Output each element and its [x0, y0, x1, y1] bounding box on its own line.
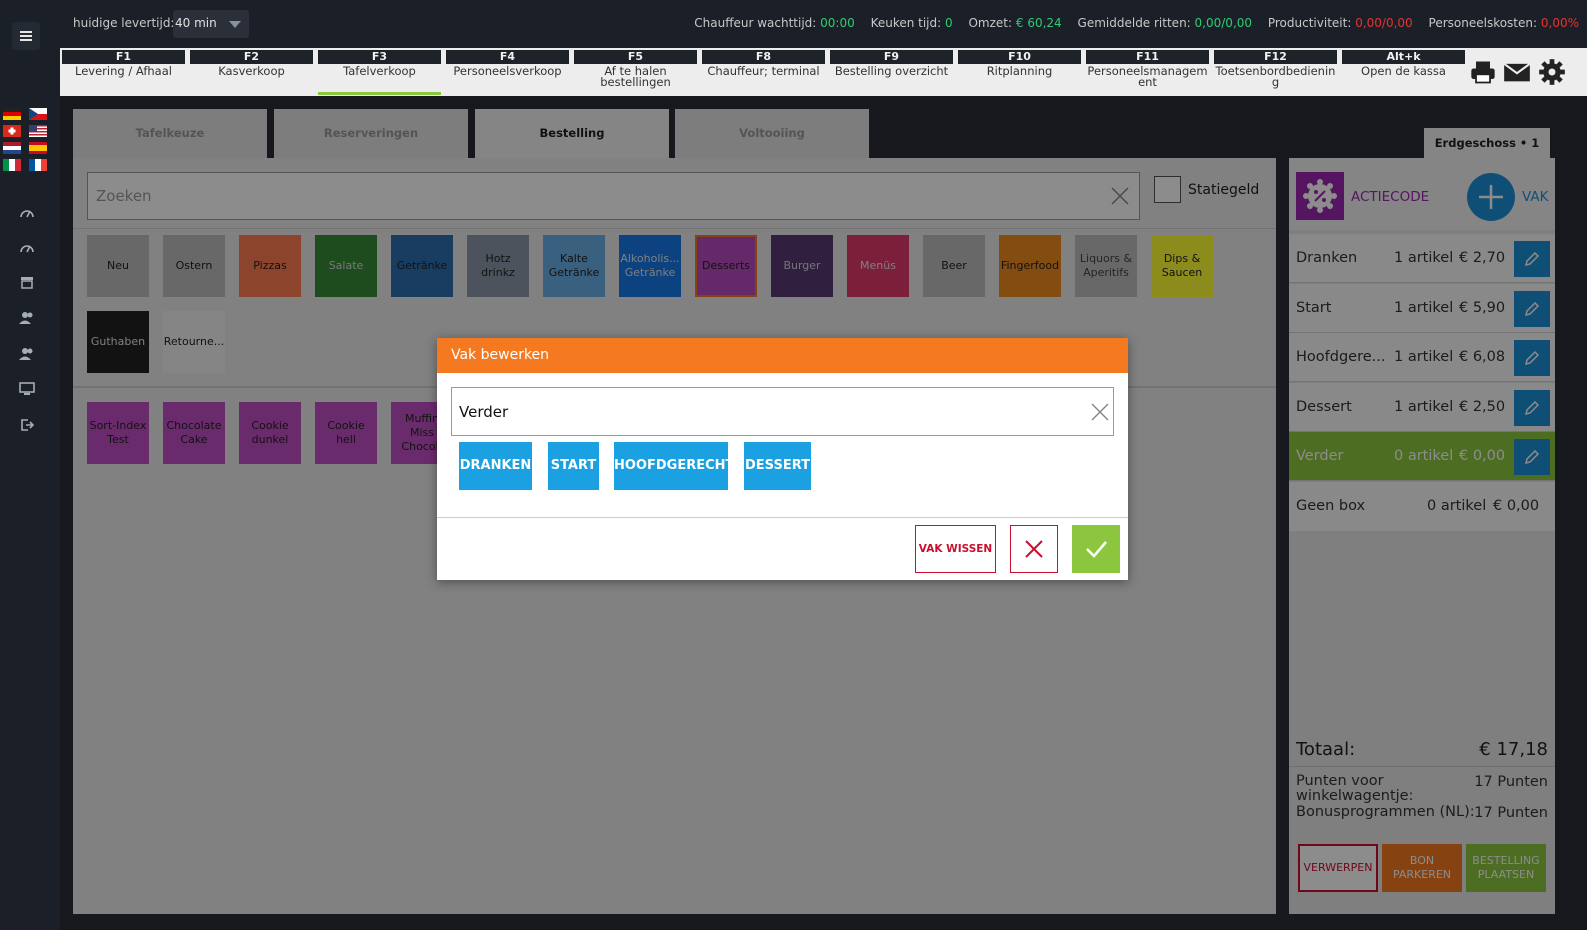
divider: [437, 517, 1128, 518]
stat-label-avg-rides: Gemiddelde ritten:: [1077, 16, 1191, 30]
fkey-label: Personeelsverkoop: [453, 64, 562, 78]
fkey-open-cash-drawer[interactable]: Alt+k Open de kassa: [1342, 50, 1465, 95]
staff-icon[interactable]: [19, 347, 35, 361]
fkey-driver-terminal[interactable]: F8 Chauffeur; terminal: [702, 50, 825, 95]
users-icon[interactable]: [19, 311, 35, 325]
flag-ch-icon[interactable]: [3, 125, 21, 137]
speed-icon[interactable]: [19, 240, 35, 254]
stat-value-staff-costs: 0,00%: [1540, 16, 1579, 30]
fkey-delivery-pickup[interactable]: F1 Levering / Afhaal: [62, 50, 185, 95]
function-key-bar: F1 Levering / Afhaal F2 Kasverkoop F3 Tafel…: [60, 48, 1467, 96]
lead-time-label: huidige levertijd:: [73, 16, 175, 30]
stat-value-driver-wait: 00:00: [820, 16, 855, 30]
fkey-label: Kasverkoop: [218, 64, 285, 78]
fkey-label: Chauffeur; terminal: [707, 64, 820, 78]
printer-icon[interactable]: [1469, 58, 1497, 86]
fkey-table-sale[interactable]: F3 Tafelverkoop: [318, 50, 441, 95]
fkey-code: F8: [702, 50, 825, 64]
stats-row: Chauffeur wachttijd: 00:00 Keuken tijd: …: [682, 16, 1579, 30]
course-name-input[interactable]: Verder: [451, 387, 1114, 436]
fkey-label: Open de kassa: [1361, 64, 1446, 78]
fkey-label: Ritplanning: [986, 64, 1053, 78]
stat-value-revenue: € 60,24: [1015, 16, 1062, 30]
fkey-keyboard-control[interactable]: F12 Toetsenbordbedienin g: [1214, 50, 1337, 95]
fkey-label: Levering / Afhaal: [75, 64, 172, 78]
stat-value-kitchen: 0: [945, 16, 953, 30]
stat-label-driver-wait: Chauffeur wachttijd:: [694, 16, 817, 30]
lead-time-value: 40 min: [175, 16, 217, 30]
stat-value-avg-rides: 0,00/0,00: [1194, 16, 1253, 30]
clear-course-button[interactable]: VAK WISSEN: [915, 525, 996, 573]
fkey-label: Personeelsmanagem ent: [1087, 64, 1208, 89]
archive-icon[interactable]: [19, 275, 35, 289]
fkey-code: F5: [574, 50, 697, 64]
flag-us-icon[interactable]: [29, 125, 47, 137]
stat-label-kitchen: Keuken tijd:: [870, 16, 942, 30]
fkey-code: Alt+k: [1342, 50, 1465, 64]
gear-icon[interactable]: [1538, 58, 1566, 86]
fkey-staff-management[interactable]: F11 Personeelsmanagem ent: [1086, 50, 1209, 95]
preset-hoofdgerecht-button[interactable]: HOOFDGERECHT: [614, 442, 734, 490]
course-name-value: Verder: [459, 403, 509, 421]
flag-de-icon[interactable]: [3, 108, 21, 120]
stat-label-revenue: Omzet:: [968, 16, 1013, 30]
fkey-code: F9: [830, 50, 953, 64]
preset-start-button[interactable]: START: [548, 442, 599, 490]
confirm-button[interactable]: [1072, 525, 1120, 573]
flag-es-icon[interactable]: [29, 142, 47, 154]
fkey-staff-sale[interactable]: F4 Personeelsverkoop: [446, 50, 569, 95]
stat-label-productivity: Productiviteit:: [1267, 16, 1352, 30]
fkey-code: F1: [62, 50, 185, 64]
preset-dranken-button[interactable]: DRANKEN: [459, 442, 532, 490]
fkey-code: F11: [1086, 50, 1209, 64]
fkey-order-overview[interactable]: F9 Bestelling overzicht: [830, 50, 953, 95]
fkey-pickup-orders[interactable]: F5 Af te halen bestellingen: [574, 50, 697, 95]
fkey-code: F4: [446, 50, 569, 64]
fkey-code: F12: [1214, 50, 1337, 64]
chevron-down-icon[interactable]: [229, 21, 241, 28]
fkey-label: Af te halen bestellingen: [600, 64, 671, 89]
monitor-icon[interactable]: [19, 382, 35, 396]
fkey-label: Tafelverkoop: [343, 64, 416, 78]
left-sidebar: [0, 0, 60, 930]
fkey-label: Bestelling overzicht: [834, 64, 949, 78]
mail-icon[interactable]: [1503, 58, 1531, 86]
hamburger-menu-icon[interactable]: [12, 22, 40, 50]
fkey-cash-sale[interactable]: F2 Kasverkoop: [190, 50, 313, 95]
dialog-title: Vak bewerken: [437, 338, 1128, 373]
flag-it-icon[interactable]: [3, 159, 21, 171]
dashboard-icon[interactable]: [19, 205, 35, 219]
clear-input-icon[interactable]: [1089, 401, 1111, 423]
fkey-label: Toetsenbordbedienin g: [1215, 64, 1336, 89]
flag-cz-icon[interactable]: [29, 108, 47, 120]
language-flags: [3, 108, 47, 171]
edit-course-dialog: Vak bewerken Verder DRANKEN START HOOFDG…: [437, 338, 1128, 580]
stat-value-productivity: 0,00/0,00: [1355, 16, 1413, 30]
fkey-route-planning[interactable]: F10 Ritplanning: [958, 50, 1081, 95]
fkey-code: F2: [190, 50, 313, 64]
status-bar: huidige levertijd: 40 min Chauffeur wach…: [60, 0, 1587, 48]
preset-dessert-button[interactable]: DESSERT: [744, 442, 811, 490]
checkmark-icon: [1086, 541, 1107, 558]
fkey-code: F3: [318, 50, 441, 64]
logout-icon[interactable]: [19, 418, 35, 432]
flag-fr-icon[interactable]: [29, 159, 47, 171]
fkey-code: F10: [958, 50, 1081, 64]
toolbar-icons: [1467, 48, 1587, 96]
cancel-button[interactable]: [1010, 525, 1058, 573]
flag-nl-icon[interactable]: [3, 142, 21, 154]
stat-label-staff-costs: Personeelskosten:: [1428, 16, 1538, 30]
close-icon: [1025, 540, 1043, 558]
